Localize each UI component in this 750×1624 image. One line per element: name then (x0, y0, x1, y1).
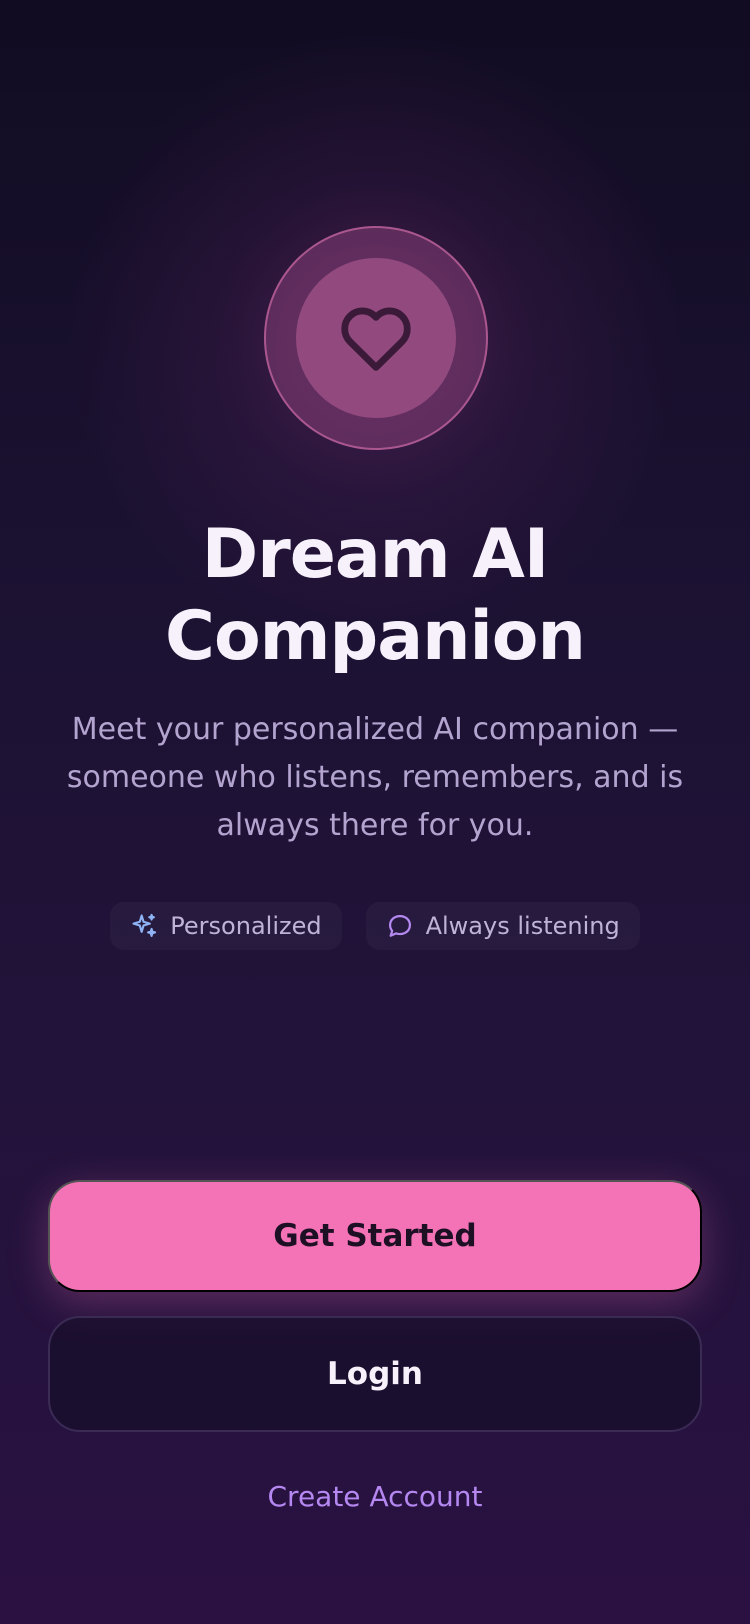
feature-chips: Personalized Always listening (0, 902, 750, 950)
create-account-link[interactable]: Create Account (0, 1480, 750, 1513)
title-line-1: Dream AI (201, 515, 549, 594)
page-subtitle: Meet your personalized AI companion — so… (66, 712, 684, 843)
app-logo-inner (296, 258, 456, 418)
heart-icon (341, 307, 411, 371)
chat-bubble-icon (388, 914, 411, 937)
page-title: Dream AI Companion (0, 514, 750, 678)
feature-label: Personalized (170, 912, 322, 940)
sparkle-icon (132, 913, 157, 937)
feature-label: Always listening (425, 912, 620, 940)
title-line-2: Companion (165, 597, 586, 676)
app-logo (264, 226, 488, 450)
login-button[interactable]: Login (48, 1316, 702, 1432)
feature-chip-personalized: Personalized (110, 902, 341, 950)
feature-chip-always-listening: Always listening (366, 902, 640, 950)
get-started-button[interactable]: Get Started (48, 1180, 702, 1292)
